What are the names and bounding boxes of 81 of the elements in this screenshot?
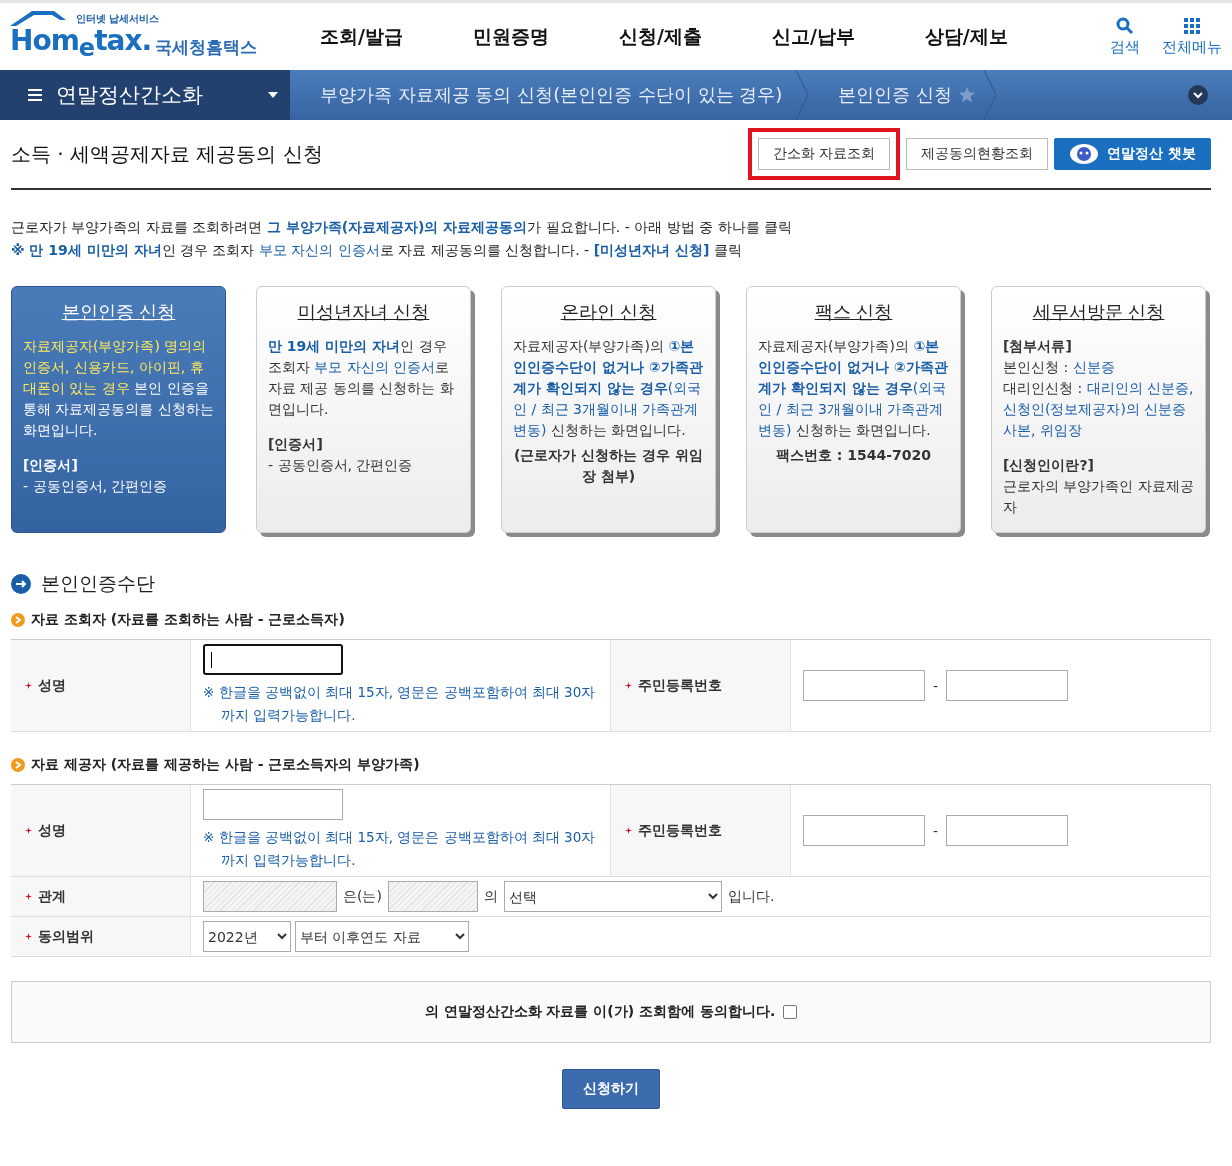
card-text: - 공동인증서, 간편인증 (268, 456, 414, 475)
bullet-icon (11, 758, 25, 772)
consent-text: 의 연말정산간소화 자료를 이(가) 조회함에 동의합니다. (424, 1003, 776, 1021)
submit-button[interactable]: 신청하기 (562, 1069, 660, 1109)
particle-text: 의 (483, 887, 498, 906)
logo-wordmark: Hom$_{e}$tax. (10, 26, 152, 63)
card-text: 팩스번호 : 1544-7020 (774, 446, 933, 465)
chatbot-button[interactable]: 연말정산 챗봇 (1054, 138, 1211, 170)
field-label: 관계 (38, 887, 66, 906)
card-heading: [인증서] (268, 435, 324, 454)
card-title-link[interactable]: 본인인증 신청 (23, 301, 214, 322)
nav-item[interactable]: 신고/납부 (771, 23, 855, 50)
card-text: 자료제공자(부양가족)의 ①본인인증수단이 없거나 ②가족관계가 확인되지 않는 경우(외국인 / 최근 3개월이내 가족관계 변동) 신청하는 화면입니다. (513, 337, 704, 440)
breadcrumb-link[interactable]: 부양가족 자료제공 동의 신청(본인인증 수단이 있는 경우) (290, 70, 797, 120)
particle-text: 은(는) (343, 887, 382, 906)
section-title: 본인인증수단 (41, 571, 155, 596)
card-text: 대리인신청 : 대리인의 신분증, 신청인(정보제공자)의 신분증 사본, 위임장 (1003, 379, 1194, 440)
name-input[interactable] (203, 644, 343, 675)
breadcrumb-link[interactable]: 본인인증 신청 (808, 70, 967, 120)
logo-name: 국세청홈택스 (155, 36, 258, 59)
intro-text: ※ 만 19세 미만의 자녀 인 경우 조회자 부모 자신의 인증서 로 자료 제공동의를 신청합니다. - [미성년자녀 신청] 클릭 (11, 241, 743, 260)
card-heading: [신청인이란?] (1003, 456, 1095, 475)
card-text: 만 19세 미만의 자녀 인 경우 조회자 부모 자신의 인증서 로 자료 제공 동의를 신청하는 화면입니다. (268, 337, 455, 419)
caret-icon[interactable] (268, 92, 278, 98)
intro-text: 근로자가 부양가족의 자료를 조회하려면 그 부양가족(자료제공자)의 자료제공동의 가 필요합니다. - 아래 방법 중 하나를 클릭 (11, 218, 793, 237)
relation-select[interactable]: 선택 (503, 881, 722, 912)
id-number-input[interactable] (946, 670, 1069, 701)
hometax-logo[interactable]: 인터넷 납세서비스 Hom$_{e}$tax.국세청홈택스 (10, 10, 310, 63)
page-title: 소득 · 세액공제자료 제공동의 신청 (11, 140, 324, 168)
nav-item[interactable]: 조회/발급 (320, 23, 403, 50)
consent-checkbox[interactable] (783, 1005, 798, 1019)
breadcrumb-separator-icon (984, 70, 997, 120)
lookup-button[interactable]: 제공동의현황조회 (906, 138, 1049, 170)
id-number-input[interactable] (946, 815, 1069, 846)
card-text: - 공동인증서, 간편인증 (23, 477, 169, 496)
chatbot-icon (1069, 143, 1100, 165)
chevron-down-icon[interactable] (1188, 85, 1208, 105)
card-text: (근로자가 신청하는 경우 위임장 첨부) (513, 446, 704, 486)
star-icon[interactable] (958, 86, 977, 104)
arrow-circle-icon (11, 574, 31, 594)
card-title-link[interactable]: 세무서방문 신청 (1003, 301, 1194, 322)
id-number-input[interactable] (803, 670, 925, 701)
form-title: 자료 제공자 (자료를 제공하는 사람 - 근로소득자의 부양가족) (31, 756, 420, 774)
search-icon (1116, 16, 1134, 35)
toolbar-link[interactable]: 전체메뉴 (1162, 16, 1222, 57)
input-hint: ※ 한글을 공백없이 최대 15자, 영문은 공백포함하여 최대 30자까지 입력가능합니다. (203, 683, 597, 725)
input-hint: ※ 한글을 공백없이 최대 15자, 영문은 공백포함하여 최대 30자까지 입력가능합니다. (203, 828, 597, 870)
field-label: 동의범위 (38, 927, 94, 946)
menu-icon[interactable] (28, 89, 42, 101)
logo-tagline: 인터넷 납세서비스 (76, 12, 160, 26)
card-text: 자료제공자(부양가족) 명의의 인증서, 신용카드, 아이핀, 휴대폰이 있는 경우 본인 인증을 통해 자료제공동의를 신청하는 화면입니다. (23, 337, 214, 440)
field-label: 성명 (38, 821, 66, 840)
menu-icon (1183, 16, 1201, 35)
card-title-link[interactable]: 팩스 신청 (758, 301, 949, 322)
range-select[interactable]: 부터 이후연도 자료 (295, 921, 469, 952)
field-label: 주민등록번호 (638, 821, 722, 840)
nav-item[interactable]: 민원증명 (472, 23, 549, 50)
card-heading: [인증서] (23, 456, 79, 475)
card-heading: [첨부서류] (1003, 337, 1073, 356)
id-number-input[interactable] (803, 815, 925, 846)
bullet-icon (11, 613, 25, 627)
text-cursor-icon (211, 651, 212, 668)
form-title: 자료 조회자 (자료를 조회하는 사람 - 근로소득자) (31, 611, 345, 629)
card-text: 본인신청 : 신분증 (1003, 358, 1116, 377)
toolbar-link[interactable]: 검색 (1110, 16, 1140, 57)
option-card[interactable]: 본인인증 신청 자료제공자(부양가족) 명의의 인증서, 신용카드, 아이핀, 휴대폰이 있는 경우 본인 인증을 통해 자료제공동의를 신청하는 화면입니다. [인증서] - 공동인증서, 간편인증 (11, 286, 226, 533)
particle-text: 입니다. (727, 887, 775, 906)
nav-item[interactable]: 상담/제보 (924, 23, 1008, 50)
card-title-link[interactable]: 미성년자녀 신청 (268, 301, 459, 322)
separator-text: - (933, 677, 939, 694)
field-label: 주민등록번호 (638, 676, 722, 695)
card-text: 근로자의 부양가족인 자료제공자 (1003, 477, 1194, 517)
separator-text: - (933, 822, 939, 839)
year-select[interactable]: 2022년 (203, 921, 291, 952)
card-text: 자료제공자(부양가족)의 ①본인인증수단이 없거나 ②가족관계가 확인되지 않는 경우(외국인 / 최근 3개월이내 가족관계 변동) 신청하는 화면입니다. (758, 337, 949, 440)
name-input[interactable] (203, 789, 343, 820)
card-title-link[interactable]: 온라인 신청 (513, 301, 704, 322)
field-label: 성명 (38, 676, 66, 695)
lookup-button[interactable]: 간소화 자료조회 (747, 128, 901, 180)
nav-item[interactable]: 신청/제출 (618, 23, 702, 50)
breadcrumb-separator-icon (796, 70, 809, 120)
